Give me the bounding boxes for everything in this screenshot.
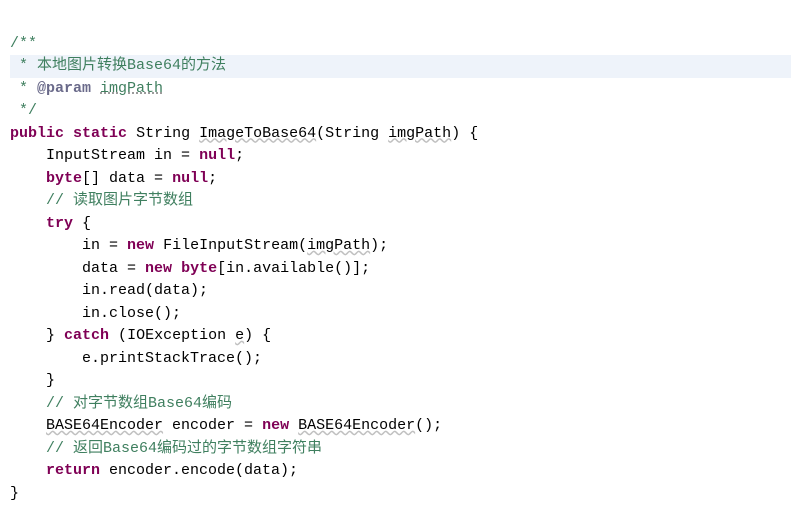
kw-byte-2: byte: [181, 260, 217, 277]
doc-close: */: [10, 102, 37, 119]
line-try: try {: [10, 215, 91, 232]
type-inputstream: InputStream: [46, 147, 145, 164]
doc-param-name: imgPath: [100, 80, 163, 97]
line-read: in.read(data);: [10, 282, 208, 299]
kw-return: return: [46, 462, 100, 479]
type-base64encoder: BASE64Encoder: [46, 417, 163, 434]
ex-type: IOException: [127, 327, 226, 344]
line-catch-close: }: [10, 372, 55, 389]
ctor-base64encoder: BASE64Encoder: [298, 417, 415, 434]
line-method-close: }: [10, 485, 19, 502]
param-type: String: [325, 125, 379, 142]
line-catch: } catch (IOException e) {: [10, 327, 271, 344]
doc-tag-param: @param: [37, 80, 91, 97]
return-type: String: [136, 125, 190, 142]
line-inputstream: InputStream in = null;: [10, 147, 244, 164]
code-block: /** * 本地图片转换Base64的方法 * @param imgPath *…: [10, 10, 791, 505]
line-printstack: e.printStackTrace();: [10, 350, 262, 367]
ex-var: e: [235, 327, 244, 344]
line-byte-array: byte[] data = null;: [10, 170, 217, 187]
kw-new-2: new: [145, 260, 172, 277]
line-fileinputstream: in = new FileInputStream(imgPath);: [10, 237, 388, 254]
comment-return: // 返回Base64编码过的字节数组字符串: [10, 440, 322, 457]
method-name: ImageToBase64: [199, 125, 316, 142]
kw-byte: byte: [46, 170, 82, 187]
kw-catch: catch: [64, 327, 109, 344]
kw-try: try: [46, 215, 73, 232]
comment-read: // 读取图片字节数组: [10, 192, 193, 209]
param-name: imgPath: [388, 125, 451, 142]
line-return: return encoder.encode(data);: [10, 462, 298, 479]
line-data-alloc: data = new byte[in.available()];: [10, 260, 370, 277]
kw-public: public: [10, 125, 64, 142]
doc-line-1[interactable]: * 本地图片转换Base64的方法: [10, 55, 791, 78]
kw-null-2: null: [172, 170, 208, 187]
method-signature: public static String ImageToBase64(Strin…: [10, 125, 478, 142]
line-close: in.close();: [10, 305, 181, 322]
kw-null: null: [199, 147, 235, 164]
doc-line-1-text: 本地图片转换Base64的方法: [37, 57, 226, 74]
line-encoder: BASE64Encoder encoder = new BASE64Encode…: [10, 417, 442, 434]
kw-static: static: [73, 125, 127, 142]
ctor-fileinputstream: FileInputStream: [163, 237, 298, 254]
kw-new-1: new: [127, 237, 154, 254]
doc-line-2: * @param imgPath: [10, 80, 163, 97]
arg-imgpath: imgPath: [307, 237, 370, 254]
comment-encode: // 对字节数组Base64编码: [10, 395, 232, 412]
doc-open: /**: [10, 35, 37, 52]
kw-new-3: new: [262, 417, 289, 434]
